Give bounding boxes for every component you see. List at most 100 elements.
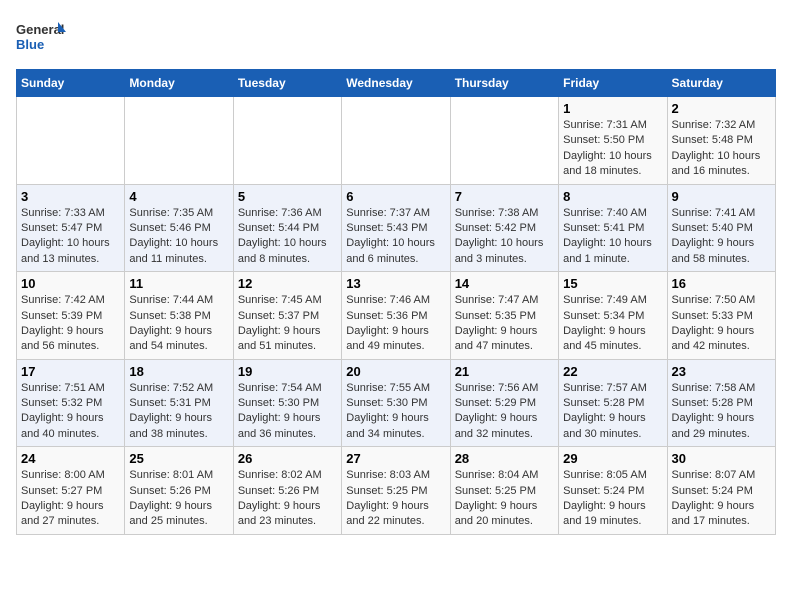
calendar-cell: 25 Sunrise: 8:01 AM Sunset: 5:26 PM Dayli… <box>125 447 233 535</box>
calendar-cell: 4Sunrise: 7:35 AM Sunset: 5:46 PM Daylig… <box>125 184 233 272</box>
day-number: 25 <box>129 451 228 466</box>
day-number: 5 <box>238 189 337 204</box>
day-number: 28 <box>455 451 554 466</box>
calendar-header-row: SundayMondayTuesdayWednesdayThursdayFrid… <box>17 70 776 97</box>
calendar-cell: 5 Sunrise: 7:36 AM Sunset: 5:44 PM Daylig… <box>233 184 341 272</box>
day-number: 7 <box>455 189 554 204</box>
calendar-week-row: 17 Sunrise: 7:51 AM Sunset: 5:32 PM Dayli… <box>17 359 776 447</box>
calendar-cell <box>450 97 558 185</box>
calendar-cell: 23 Sunrise: 7:58 AM Sunset: 5:28 PM Dayli… <box>667 359 775 447</box>
day-info: Sunrise: 7:42 AM Sunset: 5:39 PM Dayligh… <box>21 293 120 355</box>
calendar-cell <box>125 97 233 185</box>
calendar-cell: 20 Sunrise: 7:55 AM Sunset: 5:30 PM Dayli… <box>342 359 450 447</box>
day-info: Sunrise: 8:00 AM Sunset: 5:27 PM Dayligh… <box>21 468 120 530</box>
calendar-cell: 28 Sunrise: 8:04 AM Sunset: 5:25 PM Dayli… <box>450 447 558 535</box>
day-info: Sunrise: 8:07 AM Sunset: 5:24 PM Dayligh… <box>672 468 771 530</box>
day-number: 3 <box>21 189 120 204</box>
calendar-week-row: 10Sunrise: 7:42 AM Sunset: 5:39 PM Dayli… <box>17 272 776 360</box>
page-header: General Blue <box>16 16 776 61</box>
day-header-sunday: Sunday <box>17 70 125 97</box>
day-number: 1 <box>563 101 662 116</box>
day-info: Sunrise: 8:04 AM Sunset: 5:25 PM Dayligh… <box>455 468 554 530</box>
day-number: 4 <box>129 189 228 204</box>
calendar-cell: 1 Sunrise: 7:31 AM Sunset: 5:50 PM Daylig… <box>559 97 667 185</box>
day-number: 18 <box>129 364 228 379</box>
day-number: 22 <box>563 364 662 379</box>
day-number: 13 <box>346 276 445 291</box>
day-number: 27 <box>346 451 445 466</box>
day-info: Sunrise: 7:56 AM Sunset: 5:29 PM Dayligh… <box>455 381 554 443</box>
calendar-cell: 12 Sunrise: 7:45 AM Sunset: 5:37 PM Dayli… <box>233 272 341 360</box>
day-header-friday: Friday <box>559 70 667 97</box>
day-number: 29 <box>563 451 662 466</box>
calendar-cell: 8 Sunrise: 7:40 AM Sunset: 5:41 PM Daylig… <box>559 184 667 272</box>
day-info: Sunrise: 7:55 AM Sunset: 5:30 PM Dayligh… <box>346 381 445 443</box>
svg-text:General: General <box>16 22 64 37</box>
day-info: Sunrise: 7:50 AM Sunset: 5:33 PM Dayligh… <box>672 293 771 355</box>
day-info: Sunrise: 7:57 AM Sunset: 5:28 PM Dayligh… <box>563 381 662 443</box>
day-info: Sunrise: 7:46 AM Sunset: 5:36 PM Dayligh… <box>346 293 445 355</box>
day-info: Sunrise: 7:44 AM Sunset: 5:38 PM Dayligh… <box>129 293 228 355</box>
calendar-cell: 27Sunrise: 8:03 AM Sunset: 5:25 PM Dayli… <box>342 447 450 535</box>
day-info: Sunrise: 7:58 AM Sunset: 5:28 PM Dayligh… <box>672 381 771 443</box>
svg-text:Blue: Blue <box>16 37 44 52</box>
day-number: 15 <box>563 276 662 291</box>
calendar-cell: 6 Sunrise: 7:37 AM Sunset: 5:43 PM Daylig… <box>342 184 450 272</box>
calendar-cell: 16 Sunrise: 7:50 AM Sunset: 5:33 PM Dayli… <box>667 272 775 360</box>
day-number: 6 <box>346 189 445 204</box>
day-header-thursday: Thursday <box>450 70 558 97</box>
day-info: Sunrise: 7:49 AM Sunset: 5:34 PM Dayligh… <box>563 293 662 355</box>
calendar-cell: 17 Sunrise: 7:51 AM Sunset: 5:32 PM Dayli… <box>17 359 125 447</box>
calendar-cell <box>342 97 450 185</box>
day-number: 30 <box>672 451 771 466</box>
day-info: Sunrise: 7:52 AM Sunset: 5:31 PM Dayligh… <box>129 381 228 443</box>
day-info: Sunrise: 7:32 AM Sunset: 5:48 PM Dayligh… <box>672 118 771 180</box>
calendar-cell: 22 Sunrise: 7:57 AM Sunset: 5:28 PM Dayli… <box>559 359 667 447</box>
day-info: Sunrise: 7:37 AM Sunset: 5:43 PM Dayligh… <box>346 206 445 268</box>
calendar-cell: 7 Sunrise: 7:38 AM Sunset: 5:42 PM Daylig… <box>450 184 558 272</box>
day-info: Sunrise: 7:51 AM Sunset: 5:32 PM Dayligh… <box>21 381 120 443</box>
calendar-week-row: 3Sunrise: 7:33 AM Sunset: 5:47 PM Daylig… <box>17 184 776 272</box>
calendar-cell: 19Sunrise: 7:54 AM Sunset: 5:30 PM Dayli… <box>233 359 341 447</box>
day-info: Sunrise: 7:36 AM Sunset: 5:44 PM Dayligh… <box>238 206 337 268</box>
day-number: 20 <box>346 364 445 379</box>
day-number: 11 <box>129 276 228 291</box>
calendar-cell: 15 Sunrise: 7:49 AM Sunset: 5:34 PM Dayli… <box>559 272 667 360</box>
day-info: Sunrise: 8:01 AM Sunset: 5:26 PM Dayligh… <box>129 468 228 530</box>
logo: General Blue <box>16 16 66 61</box>
day-info: Sunrise: 7:31 AM Sunset: 5:50 PM Dayligh… <box>563 118 662 180</box>
day-info: Sunrise: 7:47 AM Sunset: 5:35 PM Dayligh… <box>455 293 554 355</box>
day-number: 2 <box>672 101 771 116</box>
calendar-cell <box>233 97 341 185</box>
day-header-monday: Monday <box>125 70 233 97</box>
day-info: Sunrise: 7:38 AM Sunset: 5:42 PM Dayligh… <box>455 206 554 268</box>
calendar-cell: 13 Sunrise: 7:46 AM Sunset: 5:36 PM Dayli… <box>342 272 450 360</box>
day-number: 12 <box>238 276 337 291</box>
calendar-table: SundayMondayTuesdayWednesdayThursdayFrid… <box>16 69 776 535</box>
logo-svg: General Blue <box>16 16 66 61</box>
day-number: 16 <box>672 276 771 291</box>
calendar-cell: 2 Sunrise: 7:32 AM Sunset: 5:48 PM Daylig… <box>667 97 775 185</box>
calendar-cell: 18 Sunrise: 7:52 AM Sunset: 5:31 PM Dayli… <box>125 359 233 447</box>
day-info: Sunrise: 7:41 AM Sunset: 5:40 PM Dayligh… <box>672 206 771 268</box>
day-number: 24 <box>21 451 120 466</box>
day-number: 17 <box>21 364 120 379</box>
calendar-cell: 30 Sunrise: 8:07 AM Sunset: 5:24 PM Dayli… <box>667 447 775 535</box>
calendar-cell: 29Sunrise: 8:05 AM Sunset: 5:24 PM Dayli… <box>559 447 667 535</box>
calendar-cell: 11 Sunrise: 7:44 AM Sunset: 5:38 PM Dayli… <box>125 272 233 360</box>
day-header-saturday: Saturday <box>667 70 775 97</box>
day-header-wednesday: Wednesday <box>342 70 450 97</box>
day-number: 23 <box>672 364 771 379</box>
day-number: 9 <box>672 189 771 204</box>
day-number: 14 <box>455 276 554 291</box>
calendar-cell: 26Sunrise: 8:02 AM Sunset: 5:26 PM Dayli… <box>233 447 341 535</box>
day-info: Sunrise: 7:45 AM Sunset: 5:37 PM Dayligh… <box>238 293 337 355</box>
day-info: Sunrise: 7:54 AM Sunset: 5:30 PM Dayligh… <box>238 381 337 443</box>
calendar-cell <box>17 97 125 185</box>
day-number: 8 <box>563 189 662 204</box>
day-header-tuesday: Tuesday <box>233 70 341 97</box>
day-info: Sunrise: 7:40 AM Sunset: 5:41 PM Dayligh… <box>563 206 662 268</box>
calendar-cell: 14 Sunrise: 7:47 AM Sunset: 5:35 PM Dayli… <box>450 272 558 360</box>
calendar-cell: 3Sunrise: 7:33 AM Sunset: 5:47 PM Daylig… <box>17 184 125 272</box>
calendar-week-row: 1 Sunrise: 7:31 AM Sunset: 5:50 PM Daylig… <box>17 97 776 185</box>
